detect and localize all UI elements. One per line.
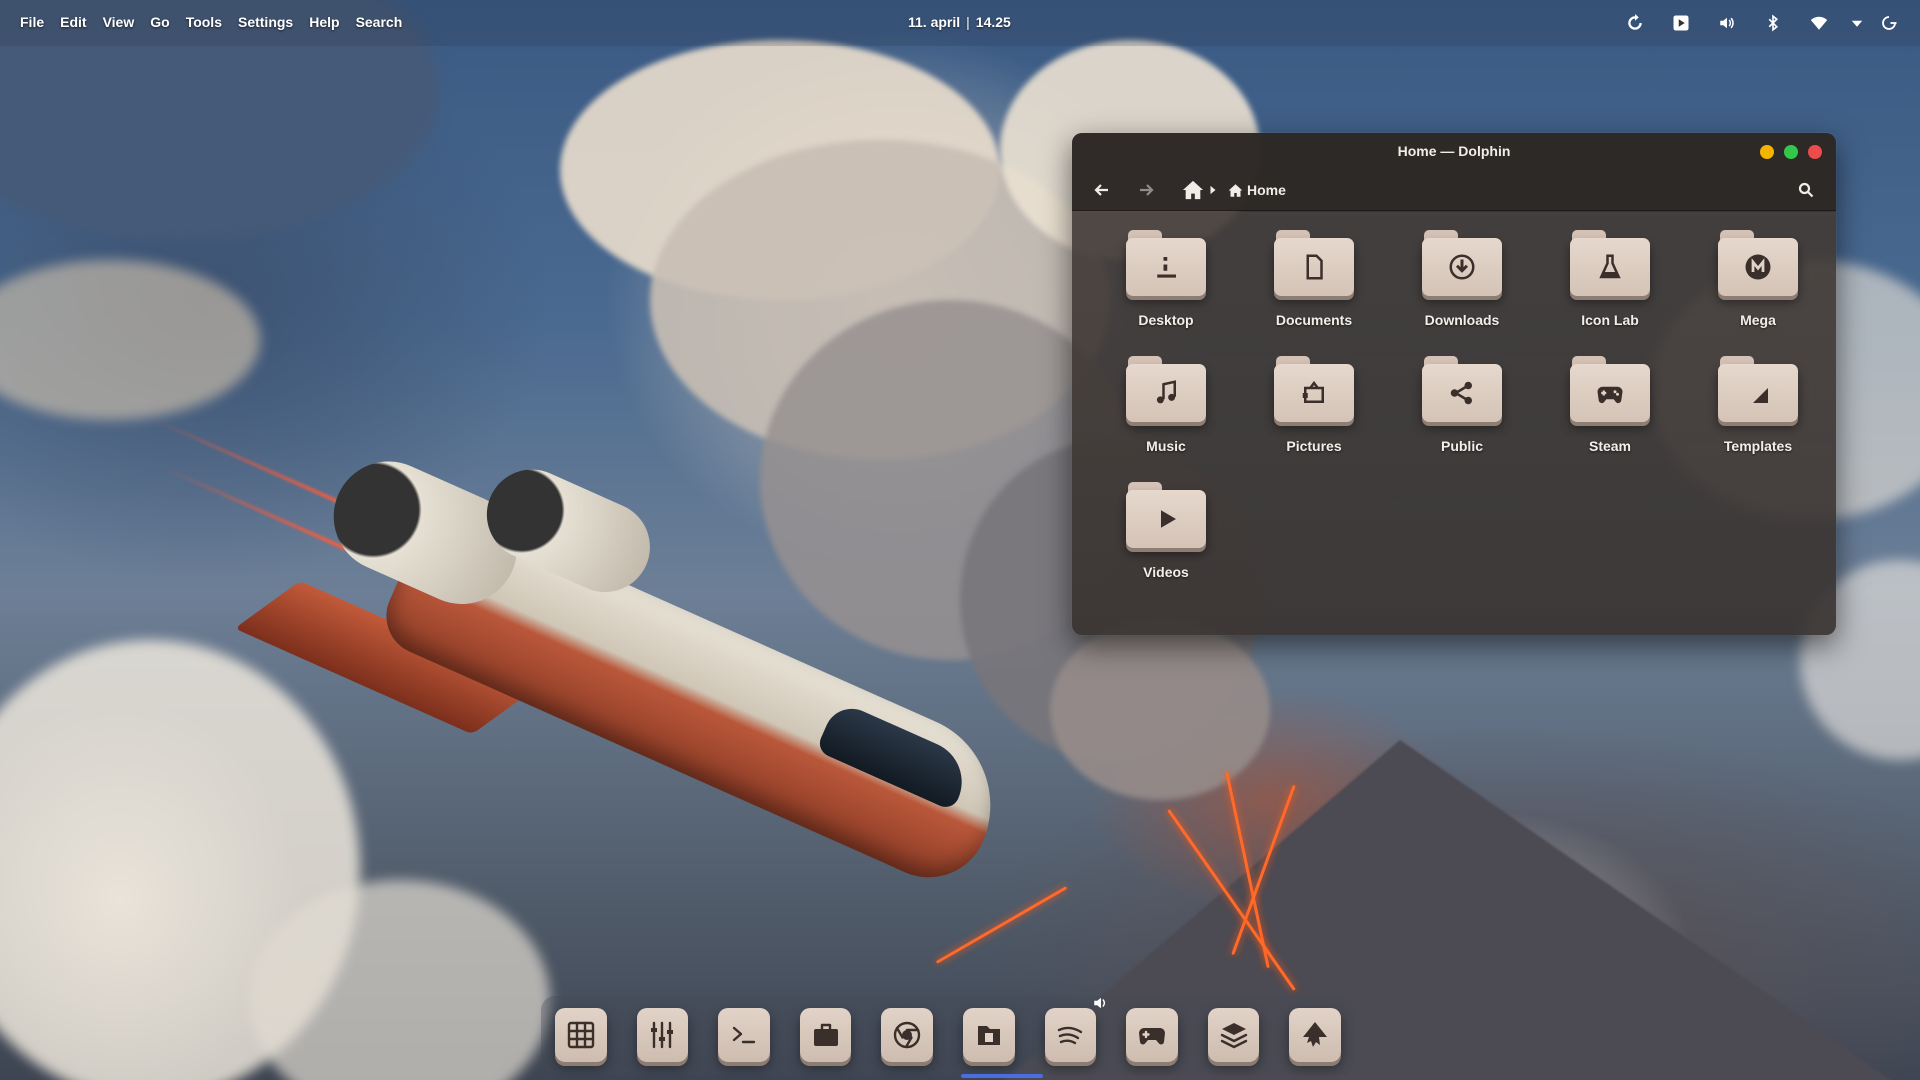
template-icon — [1753, 388, 1768, 403]
terminal-icon — [732, 1026, 756, 1044]
top-panel: File Edit View Go Tools Settings Help Se… — [0, 0, 1920, 46]
breadcrumb: Home — [1182, 178, 1286, 202]
minimize-button[interactable] — [1760, 145, 1774, 159]
folder-label: Steam — [1588, 438, 1632, 454]
folder-label: Downloads — [1424, 312, 1500, 328]
window-controls — [1760, 145, 1822, 159]
clock-separator: | — [966, 14, 970, 30]
spotify-icon — [1058, 1026, 1083, 1045]
arrow-right-icon — [1140, 184, 1154, 196]
menu-settings[interactable]: Settings — [230, 14, 301, 30]
search-icon — [1798, 182, 1814, 198]
dock-briefcase[interactable] — [799, 1008, 852, 1062]
folder-mega[interactable]: Mega — [1684, 230, 1832, 328]
dock-inkscape[interactable] — [1289, 1008, 1341, 1062]
dropdown-arrow-icon[interactable] — [1842, 12, 1872, 34]
mega-icon — [1745, 254, 1771, 280]
active-indicator — [961, 1074, 1043, 1078]
files-icon — [977, 1026, 1000, 1045]
folder-label: Mega — [1740, 312, 1776, 328]
maximize-button[interactable] — [1784, 145, 1798, 159]
share-icon — [1450, 381, 1472, 405]
forward-button[interactable] — [1132, 178, 1160, 202]
window-toolbar: Home — [1072, 169, 1836, 211]
back-button[interactable] — [1088, 178, 1116, 202]
search-button[interactable] — [1792, 178, 1820, 202]
folder-templates[interactable]: Templates — [1684, 356, 1832, 454]
clock-widget[interactable]: 11. april | 14.25 — [908, 14, 1011, 30]
folder-music[interactable]: Music — [1092, 356, 1240, 454]
folder-grid: Desktop Documents Downloads Icon Lab Meg… — [1092, 230, 1832, 580]
dock-app-launcher[interactable] — [555, 1008, 607, 1062]
dock-layers[interactable] — [1207, 1008, 1260, 1062]
document-icon — [1306, 254, 1323, 280]
media-play-icon[interactable] — [1658, 12, 1704, 34]
clock-date: 11. april — [908, 14, 961, 30]
home-icon — [1228, 183, 1243, 197]
dock-terminal[interactable] — [718, 1008, 770, 1062]
folder-label: Icon Lab — [1581, 312, 1639, 328]
menu-view[interactable]: View — [95, 14, 143, 30]
folder-videos[interactable]: Videos — [1092, 482, 1240, 580]
system-tray — [1612, 12, 1906, 34]
folder-downloads[interactable]: Downloads — [1388, 230, 1536, 328]
picture-icon — [1302, 380, 1324, 403]
menu-tools[interactable]: Tools — [178, 14, 230, 30]
app-grid-icon — [567, 1021, 595, 1049]
folder-icon-lab[interactable]: Icon Lab — [1536, 230, 1684, 328]
inkscape-icon — [1303, 1022, 1328, 1047]
folder-steam[interactable]: Steam — [1536, 356, 1684, 454]
audio-playing-icon — [1092, 994, 1110, 1012]
briefcase-icon — [813, 1023, 838, 1046]
menu-edit[interactable]: Edit — [52, 14, 94, 30]
folder-label: Videos — [1143, 564, 1189, 580]
dock-mixer[interactable] — [636, 1008, 689, 1062]
menu-go[interactable]: Go — [142, 14, 177, 30]
folder-label: Documents — [1275, 312, 1353, 328]
dock — [541, 996, 1355, 1078]
window-title: Home — Dolphin — [1397, 143, 1511, 159]
play-icon — [1161, 510, 1176, 528]
wifi-icon[interactable] — [1796, 12, 1842, 34]
desktop-icon — [1157, 257, 1176, 278]
layers-icon — [1220, 1023, 1247, 1049]
folder-pictures[interactable]: Pictures — [1240, 356, 1388, 454]
bluetooth-icon[interactable] — [1750, 12, 1796, 34]
breadcrumb-home[interactable]: Home — [1247, 182, 1286, 198]
power-icon[interactable] — [1872, 12, 1906, 34]
menu-file[interactable]: File — [12, 14, 52, 30]
volume-icon[interactable] — [1704, 12, 1750, 34]
close-button[interactable] — [1808, 145, 1822, 159]
folder-label: Pictures — [1286, 438, 1342, 454]
dock-spotify[interactable] — [1044, 997, 1106, 1062]
home-root-icon[interactable] — [1182, 179, 1204, 201]
clock-time: 14.25 — [975, 14, 1011, 30]
gamepad-icon — [1138, 1028, 1165, 1045]
gamepad-icon — [1597, 386, 1623, 404]
global-menu: File Edit View Go Tools Settings Help Se… — [12, 14, 410, 30]
dock-steam[interactable] — [1126, 1008, 1178, 1062]
flask-icon — [1599, 254, 1621, 279]
dock-browser[interactable] — [881, 1008, 933, 1062]
dolphin-window: Home — Dolphin Home Desktop Documents Do… — [1072, 133, 1836, 635]
folder-desktop[interactable]: Desktop — [1092, 230, 1240, 328]
folder-label: Templates — [1723, 438, 1793, 454]
menu-help[interactable]: Help — [301, 14, 347, 30]
file-view: Desktop Documents Downloads Icon Lab Meg… — [1072, 212, 1836, 635]
music-note-icon — [1156, 380, 1176, 404]
folder-label: Music — [1146, 438, 1186, 454]
refresh-sync-icon[interactable] — [1612, 12, 1658, 34]
folder-label: Public — [1440, 438, 1483, 454]
menu-search[interactable]: Search — [348, 14, 411, 30]
window-titlebar[interactable]: Home — Dolphin — [1072, 133, 1836, 169]
folder-public[interactable]: Public — [1388, 356, 1536, 454]
folder-label: Desktop — [1138, 312, 1194, 328]
mixer-icon — [651, 1021, 674, 1049]
arrow-left-icon — [1094, 184, 1108, 196]
dock-files[interactable] — [961, 1008, 1043, 1078]
chevron-right-icon[interactable] — [1208, 185, 1218, 195]
browser-icon — [894, 1021, 921, 1049]
folder-documents[interactable]: Documents — [1240, 230, 1388, 328]
download-icon — [1449, 254, 1475, 280]
